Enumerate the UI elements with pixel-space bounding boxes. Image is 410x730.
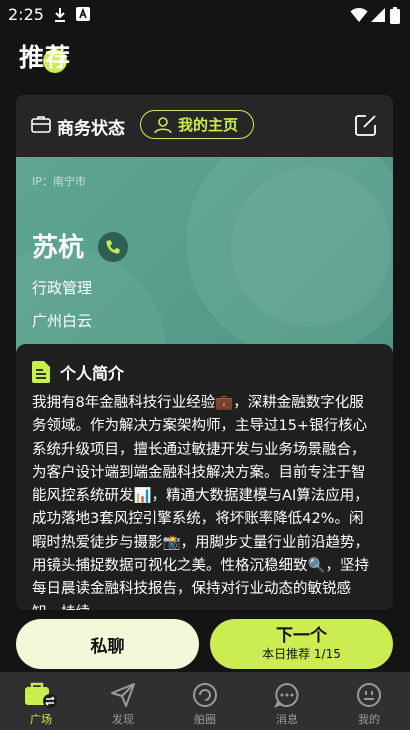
battery-icon	[390, 7, 400, 24]
signal-icon	[371, 8, 385, 22]
job-title: 行政管理	[32, 279, 93, 297]
paper-plane-icon	[111, 683, 135, 707]
profile-face-icon	[357, 683, 381, 707]
app-notification-icon	[76, 7, 90, 21]
wifi-icon	[350, 7, 368, 22]
tab-label: 舶圈	[194, 713, 216, 726]
profile-banner: IP：南宁市 苏杭 行政管理 广州白云	[16, 157, 393, 357]
tab-label: 我的	[358, 713, 380, 726]
tab-mine[interactable]: 我的	[328, 672, 410, 730]
tab-circle[interactable]: 舶圈	[164, 672, 246, 730]
briefcase-icon	[25, 682, 57, 708]
my-homepage-label: 我的主页	[178, 116, 239, 134]
bottom-tab-bar: 广场 发现 舶圈 消息 我的	[0, 672, 410, 730]
page-title: 推荐	[19, 43, 72, 72]
tab-label: 发现	[112, 713, 134, 726]
business-status-label[interactable]: 商务状态	[57, 114, 125, 139]
circle-icon	[193, 683, 217, 707]
user-icon	[154, 116, 172, 133]
ip-location: IP：南宁市	[32, 175, 86, 188]
chat-bubble-icon	[274, 682, 299, 708]
user-name: 苏杭	[32, 233, 85, 263]
tab-discover[interactable]: 发现	[82, 672, 164, 730]
private-chat-button[interactable]: 私聊	[16, 619, 199, 669]
tab-square[interactable]: 广场	[0, 672, 82, 730]
tab-label: 消息	[276, 713, 298, 726]
next-label: 下一个	[276, 626, 327, 646]
page-title-area: 推荐	[19, 38, 71, 74]
phone-icon	[106, 240, 120, 254]
status-bar: 2:25	[0, 0, 410, 30]
download-icon	[55, 8, 65, 22]
briefcase-icon	[31, 116, 51, 133]
document-icon	[32, 361, 50, 383]
status-time: 2:25	[8, 5, 44, 24]
location: 广州白云	[32, 312, 93, 330]
intro-title: 个人简介	[60, 364, 125, 383]
edit-icon[interactable]	[354, 113, 378, 137]
my-homepage-button[interactable]: 我的主页	[140, 110, 254, 139]
intro-text: 我拥有8年金融科技行业经验💼，深耕金融数字化服务领域。作为解决方案架构师，主导过…	[32, 395, 370, 610]
profile-card: 商务状态 我的主页 IP：南宁市 苏杭 行政管理 广州白云 个人简介 我拥有8年…	[16, 95, 393, 610]
tab-messages[interactable]: 消息	[246, 672, 328, 730]
tab-label: 广场	[30, 713, 52, 726]
card-header: 商务状态 我的主页	[16, 95, 393, 155]
intro-header: 个人简介	[32, 358, 377, 386]
next-button[interactable]: 下一个 本日推荐 1/15	[210, 619, 393, 669]
call-button[interactable]	[98, 232, 128, 262]
intro-section: 个人简介 我拥有8年金融科技行业经验💼，深耕金融数字化服务领域。作为解决方案架构…	[16, 344, 393, 610]
daily-recommend-count: 本日推荐 1/15	[262, 647, 341, 661]
decorative-circle	[231, 167, 391, 327]
